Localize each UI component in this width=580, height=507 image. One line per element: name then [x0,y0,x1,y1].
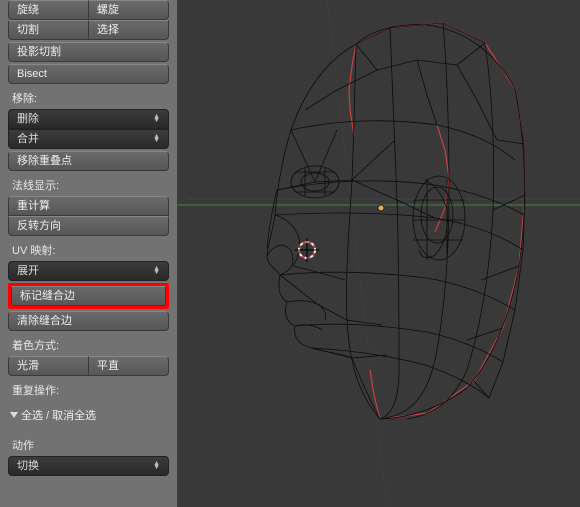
select-button[interactable]: 选择 [88,20,169,40]
3d-cursor-icon [295,238,319,262]
normals-label: 法线显示: [8,171,169,196]
select-panel-title: 全选 / 取消全选 [21,407,96,423]
updown-icon: ▲▼ [153,115,160,123]
shade-smooth-button[interactable]: 光滑 [8,356,88,376]
action-menu[interactable]: 切换 ▲▼ [8,456,169,476]
updown-icon: ▲▼ [153,462,160,470]
knife-button[interactable]: 切割 [8,20,88,40]
shade-flat-button[interactable]: 平直 [88,356,169,376]
repeat-label: 重复操作: [8,376,169,401]
remove-label: 移除: [8,84,169,109]
highlight-annotation: 标记缝合边 [8,283,169,309]
tool-sidebar: 旋绕 螺旋 切割 选择 投影切割 Bisect 移除: 删除 ▲▼ 合并 ▲▼ … [0,0,177,507]
flip-normals-button[interactable]: 反转方向 [8,216,169,236]
spin-row: 旋绕 螺旋 [8,0,169,20]
unwrap-label: 展开 [17,265,39,278]
uv-label: UV 映射: [8,236,169,261]
bisect-button[interactable]: Bisect [8,64,169,84]
recalc-normals-button[interactable]: 重计算 [8,196,169,216]
updown-icon: ▲▼ [153,135,160,143]
screw-button[interactable]: 螺旋 [88,0,169,20]
knife-row: 切割 选择 [8,20,169,40]
delete-menu[interactable]: 删除 ▲▼ [8,109,169,129]
select-panel-header[interactable]: 全选 / 取消全选 [8,401,169,427]
merge-label: 合并 [17,133,39,146]
knife-project-button[interactable]: 投影切割 [8,42,169,62]
updown-icon: ▲▼ [153,267,160,275]
remove-doubles-button[interactable]: 移除重叠点 [8,151,169,171]
merge-menu[interactable]: 合并 ▲▼ [8,129,169,149]
shading-row: 光滑 平直 [8,356,169,376]
clear-seam-button[interactable]: 清除缝合边 [8,311,169,331]
spin-button[interactable]: 旋绕 [8,0,88,20]
mark-seam-button[interactable]: 标记缝合边 [11,286,166,306]
shading-label: 着色方式: [8,331,169,356]
wireframe-mesh [177,0,580,507]
unwrap-menu[interactable]: 展开 ▲▼ [8,261,169,281]
action-value: 切换 [17,460,39,473]
action-label: 动作 [8,427,169,456]
3d-viewport[interactable] [177,0,580,507]
disclosure-triangle-icon [10,412,18,418]
delete-label: 删除 [17,113,39,126]
